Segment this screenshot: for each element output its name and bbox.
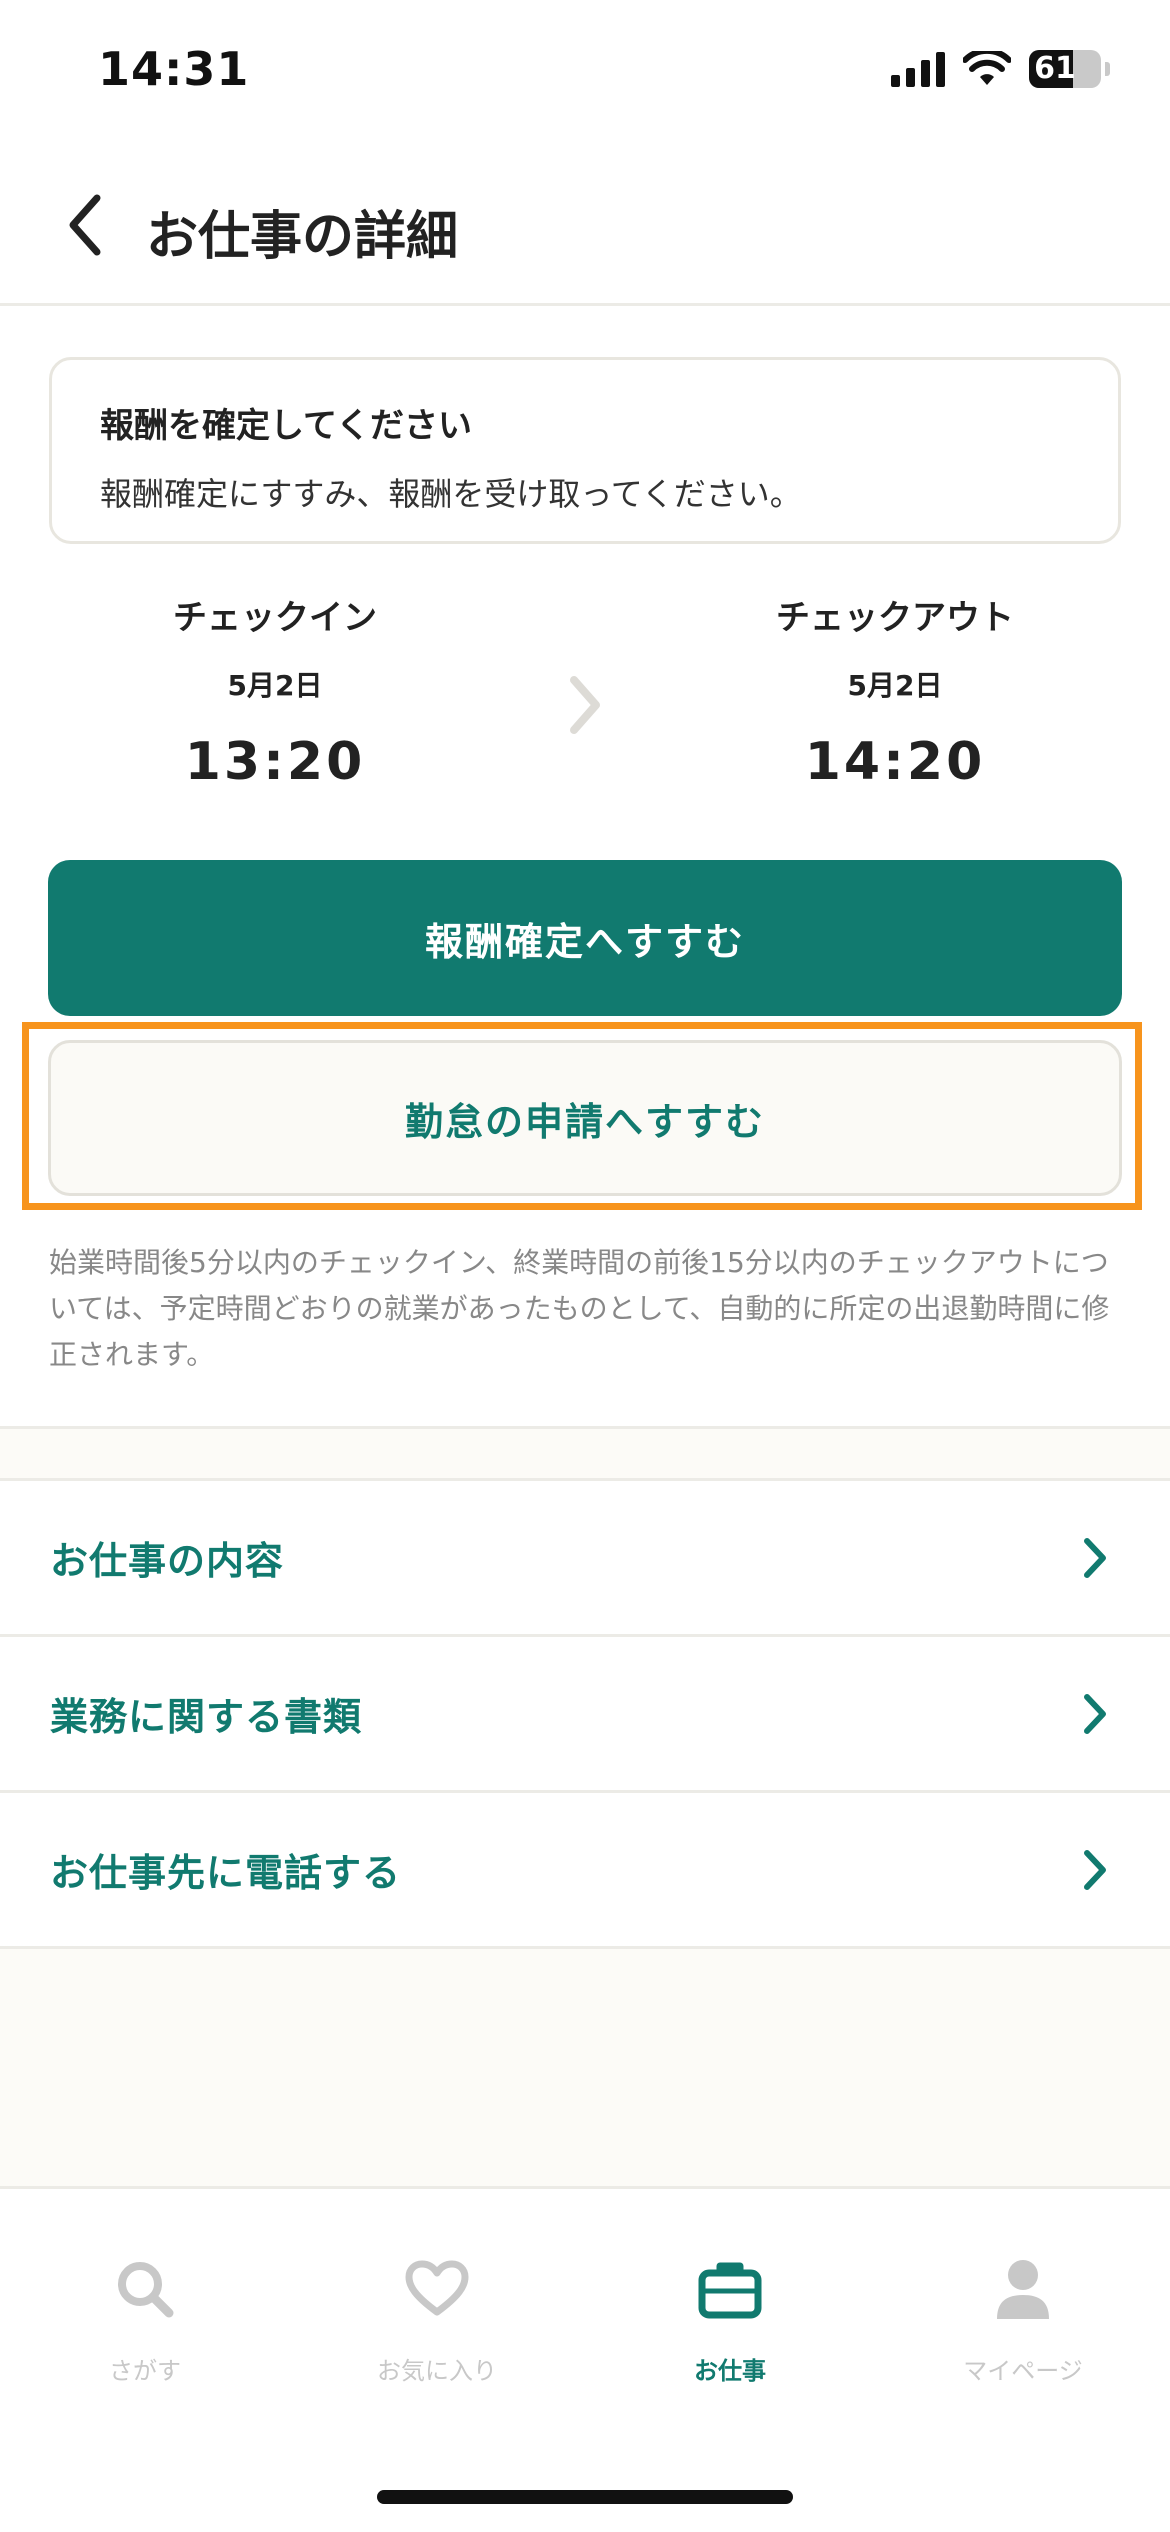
nav-header: お仕事の詳細	[0, 150, 1170, 306]
chevron-right-icon	[1084, 1693, 1106, 1734]
menu-item-label: お仕事先に電話する	[50, 1851, 402, 1895]
attendance-request-button[interactable]: 勤怠の申請へすすむ	[48, 1040, 1122, 1196]
tab-label: お気に入り	[377, 2357, 497, 2385]
battery-icon: 61	[1029, 50, 1101, 88]
battery-tip	[1105, 62, 1110, 76]
bottom-tab-bar: さがす お気に入り お仕事 マイページ	[0, 2186, 1170, 2532]
check-out-time: 14:20	[804, 732, 986, 792]
check-in-label: チェックイン	[173, 598, 377, 638]
back-button[interactable]	[50, 190, 120, 260]
battery-level: 61	[1034, 51, 1076, 86]
status-bar: 14:31 61	[0, 0, 1170, 150]
cellular-signal-icon	[891, 51, 945, 87]
job-menu-list: お仕事の内容 業務に関する書類 お仕事先に電話する	[0, 1478, 1170, 1949]
chevron-left-icon	[69, 194, 101, 256]
confirm-reward-button[interactable]: 報酬確定へすすむ	[48, 860, 1122, 1016]
tab-favorites[interactable]: お気に入り	[322, 2249, 552, 2386]
home-indicator	[377, 2490, 793, 2504]
person-icon	[997, 2260, 1049, 2319]
briefcase-icon	[698, 2262, 762, 2319]
chevron-right-icon	[1084, 1849, 1106, 1890]
heart-icon	[405, 2260, 469, 2316]
check-out-block: チェックアウト 5月2日 14:20	[695, 590, 1095, 792]
tab-label: お仕事	[694, 2357, 766, 2385]
notice-title: 報酬を確定してください	[100, 406, 472, 446]
wifi-icon	[963, 51, 1011, 85]
menu-item-label: 業務に関する書類	[50, 1695, 363, 1739]
tab-jobs[interactable]: お仕事	[615, 2249, 845, 2386]
status-time: 14:31	[98, 42, 250, 96]
menu-item-job-details[interactable]: お仕事の内容	[0, 1481, 1170, 1637]
check-in-time: 13:20	[184, 732, 366, 792]
check-out-date: 5月2日	[847, 669, 943, 702]
menu-item-label: お仕事の内容	[50, 1539, 285, 1583]
attendance-note: 始業時間後5分以内のチェックイン、終業時間の前後15分以内のチェックアウトについ…	[49, 1246, 1110, 1371]
page-title: お仕事の詳細	[146, 207, 459, 267]
menu-item-call-workplace[interactable]: お仕事先に電話する	[0, 1793, 1170, 1949]
check-out-label: チェックアウト	[776, 598, 1014, 638]
tab-search[interactable]: さがす	[30, 2249, 260, 2386]
notice-body: 報酬確定にすすみ、報酬を受け取ってください。	[100, 475, 802, 513]
chevron-right-icon	[570, 676, 600, 734]
status-icons: 61	[891, 50, 1110, 88]
tab-mypage[interactable]: マイページ	[908, 2249, 1138, 2386]
tab-label: さがす	[109, 2357, 181, 2385]
check-in-block: チェックイン 5月2日 13:20	[75, 590, 475, 792]
reward-notice-card: 報酬を確定してください 報酬確定にすすみ、報酬を受け取ってください。	[49, 357, 1121, 544]
tab-label: マイページ	[963, 2357, 1083, 2385]
check-in-date: 5月2日	[227, 669, 323, 702]
chevron-right-icon	[1084, 1537, 1106, 1578]
search-icon	[118, 2262, 174, 2318]
menu-item-documents[interactable]: 業務に関する書類	[0, 1637, 1170, 1793]
